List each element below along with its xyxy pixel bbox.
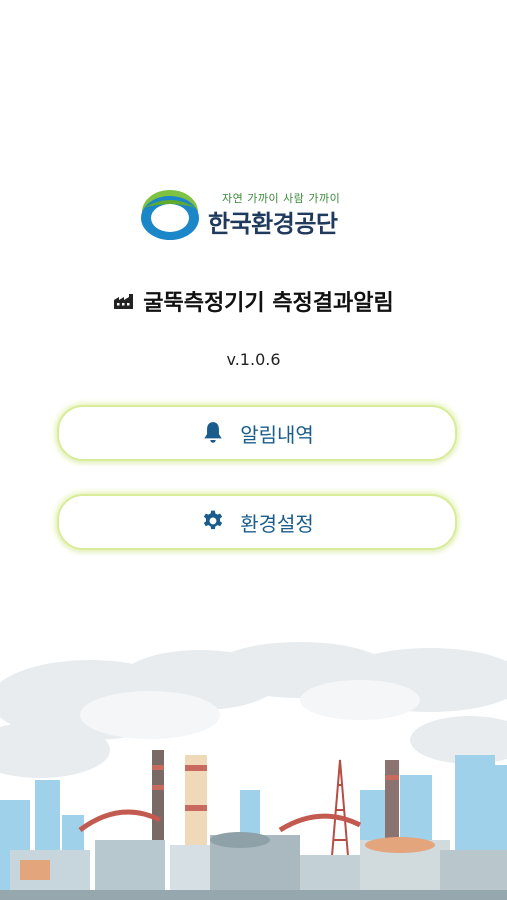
logo-name: 한국환경공단 — [208, 210, 338, 238]
logo-mark-icon — [141, 190, 199, 240]
settings-label: 환경설정 — [240, 511, 314, 536]
alarm-history-button[interactable]: 알림내역 — [57, 405, 457, 461]
page-title: 굴뚝측정기기 측정결과알림 — [143, 291, 394, 316]
bell-icon — [204, 422, 222, 443]
gear-icon — [204, 510, 223, 530]
settings-button[interactable]: 환경설정 — [57, 494, 457, 550]
app-title-row: 굴뚝측정기기 측정결과알림 — [0, 285, 507, 317]
pipes — [78, 809, 362, 833]
smoke-clouds — [0, 642, 507, 778]
factory-illustration — [0, 642, 507, 900]
alarm-history-label: 알림내역 — [240, 422, 314, 447]
factory-icon — [114, 294, 134, 309]
kecs-logo: 자연 가까이 사람 가까이 한국환경공단 — [138, 186, 378, 242]
app-version: v.1.0.6 — [226, 350, 281, 369]
